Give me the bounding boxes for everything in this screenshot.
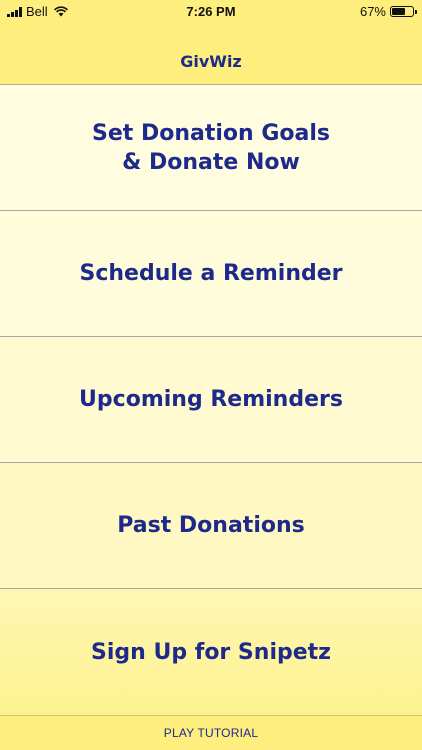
menu-item-label: Sign Up for Snipetz xyxy=(91,639,331,665)
menu-item-label: Schedule a Reminder xyxy=(79,261,343,286)
battery-percent: 67% xyxy=(359,4,386,19)
upcoming-reminders-button[interactable]: Upcoming Reminders xyxy=(0,337,422,463)
set-donation-goals-button[interactable]: Set Donation Goals & Donate Now xyxy=(0,85,422,211)
menu-item-label-line2: & Donate Now xyxy=(122,149,300,175)
status-bar: Bell 7:26 PM 67% xyxy=(0,0,422,22)
past-donations-button[interactable]: Past Donations xyxy=(0,463,422,589)
sign-up-snipetz-button[interactable]: Sign Up for Snipetz xyxy=(0,589,422,715)
status-right: 67% xyxy=(359,4,417,19)
page-title: GivWiz xyxy=(180,52,242,71)
menu-item-label: Past Donations xyxy=(117,513,305,538)
menu-item-label: Set Donation Goals & Donate Now xyxy=(92,119,330,177)
schedule-reminder-button[interactable]: Schedule a Reminder xyxy=(0,211,422,337)
battery-icon xyxy=(390,6,417,17)
menu-item-label-line1: Set Donation Goals xyxy=(92,120,330,146)
menu-item-label: Upcoming Reminders xyxy=(79,387,343,412)
play-tutorial-button[interactable]: PLAY TUTORIAL xyxy=(0,715,422,750)
status-time: 7:26 PM xyxy=(186,4,236,19)
battery-fill xyxy=(392,8,406,15)
battery-cap xyxy=(415,10,417,14)
nav-bar: GivWiz xyxy=(0,22,422,85)
main-menu: Set Donation Goals & Donate Now Schedule… xyxy=(0,85,422,715)
